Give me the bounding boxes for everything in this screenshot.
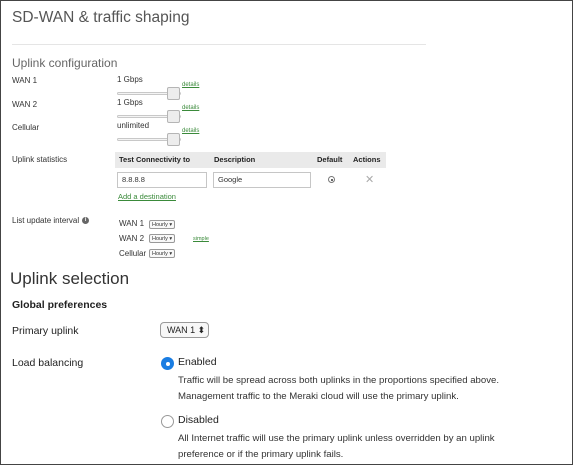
remove-destination-icon[interactable]: ✕	[365, 175, 374, 186]
uplink-configuration-heading: Uplink configuration	[12, 56, 118, 70]
primary-uplink-value: WAN 1	[167, 325, 196, 335]
wan2-details-link[interactable]: details	[182, 105, 199, 111]
uplink-statistics-label: Uplink statistics	[12, 155, 68, 164]
simple-mode-link[interactable]: simple	[193, 236, 209, 242]
test-destination-input[interactable]: 8.8.8.8	[117, 172, 207, 188]
page-title: SD-WAN & traffic shaping	[12, 9, 190, 26]
settings-panel: SD-WAN & traffic shaping Uplink configur…	[0, 0, 573, 465]
interval-wan2-select[interactable]: Hourly ▾	[149, 234, 176, 243]
wan1-bandwidth-value: 1 Gbps	[117, 75, 143, 84]
wan2-slider-handle[interactable]	[167, 110, 180, 123]
interval-wan2-label: WAN 2	[119, 234, 145, 243]
list-update-interval-label: List update interval i	[12, 216, 90, 225]
enabled-description-line1: Traffic will be spread across both uplin…	[178, 375, 500, 386]
global-preferences-heading: Global preferences	[12, 299, 108, 311]
cellular-label: Cellular	[12, 123, 40, 132]
interval-wan1-label: WAN 1	[119, 219, 145, 228]
load-balancing-disabled-radio[interactable]	[161, 415, 174, 428]
cellular-bandwidth-value: unlimited	[117, 121, 150, 130]
load-balancing-enabled-radio[interactable]	[161, 357, 174, 370]
interval-cellular-label: Cellular	[119, 249, 147, 258]
wan2-label: WAN 2	[12, 100, 38, 109]
interval-cellular-select[interactable]: Hourly ▾	[149, 249, 176, 258]
wan1-details-link[interactable]: details	[182, 82, 199, 88]
interval-wan2-value: Hourly	[152, 236, 168, 242]
interval-cellular-value: Hourly	[152, 251, 168, 257]
uplink-selection-heading: Uplink selection	[10, 269, 130, 288]
default-destination-radio[interactable]	[328, 176, 335, 183]
interval-wan1-value: Hourly	[152, 222, 168, 228]
disabled-option-label: Disabled	[178, 414, 219, 426]
cellular-slider-handle[interactable]	[167, 133, 180, 146]
load-balancing-label: Load balancing	[12, 357, 84, 369]
col-actions: Actions	[349, 152, 386, 168]
enabled-description-line2: Management traffic to the Meraki cloud w…	[178, 391, 459, 402]
disabled-description-line2: preference or if the primary uplink fail…	[178, 449, 344, 460]
title-divider	[12, 44, 426, 45]
wan2-bandwidth-value: 1 Gbps	[117, 98, 143, 107]
disabled-description-line1: All Internet traffic will use the primar…	[178, 433, 495, 444]
interval-wan1-select[interactable]: Hourly ▾	[149, 220, 176, 229]
primary-uplink-select[interactable]: WAN 1 ⬍	[160, 322, 209, 338]
enabled-option-label: Enabled	[178, 356, 217, 368]
col-test-connectivity: Test Connectivity to	[115, 152, 210, 168]
add-destination-link[interactable]: Add a destination	[118, 192, 176, 201]
destination-description-input[interactable]: Google	[213, 172, 311, 188]
list-update-interval-text: List update interval	[12, 216, 80, 225]
wan1-slider-handle[interactable]	[167, 87, 180, 100]
col-default: Default	[313, 152, 349, 168]
col-description: Description	[210, 152, 313, 168]
cellular-details-link[interactable]: details	[182, 128, 199, 134]
info-icon[interactable]: i	[82, 217, 90, 225]
wan1-label: WAN 1	[12, 76, 38, 85]
primary-uplink-label: Primary uplink	[12, 325, 79, 337]
